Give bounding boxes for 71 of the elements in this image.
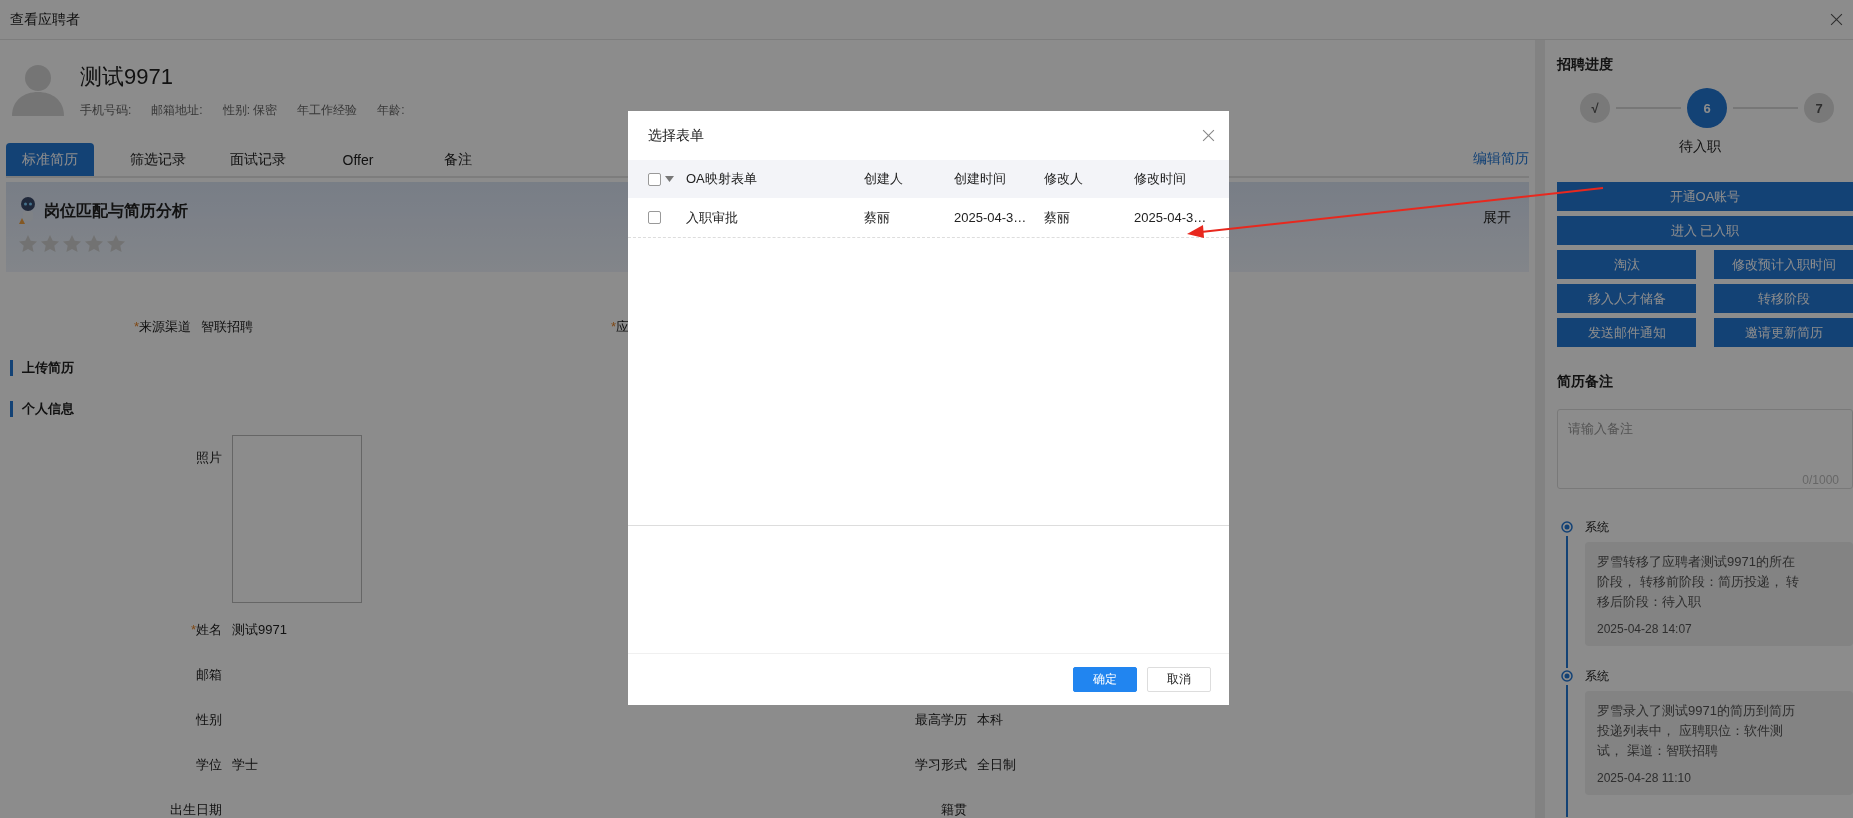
checkbox[interactable] [648, 211, 661, 224]
step-circle: 6 [1687, 88, 1727, 128]
column-header: OA映射表单 [686, 170, 758, 188]
action-button[interactable]: 开通OA账号 [1557, 182, 1853, 211]
candidate-name: 测试9971 [80, 63, 174, 91]
current-step-label: 待入职 [1679, 138, 1721, 154]
timeline-actor: 系统 [1585, 668, 1610, 685]
field-label: 照片 [195, 449, 223, 467]
tab[interactable]: 标准简历 [6, 143, 94, 176]
field-label: 性别 [195, 710, 223, 729]
field-label: 学习形式 [914, 755, 968, 774]
field-value: 学士 [232, 755, 259, 774]
timeline-dot-icon [1561, 521, 1573, 533]
field-value: 智联招聘 [201, 318, 254, 336]
table-cell-text: 2025-04-3… [1134, 210, 1208, 225]
timeline-time: 2025-04-28 14:07 [1597, 622, 1693, 636]
close-icon[interactable] [1202, 129, 1215, 142]
progress-title: 招聘进度 [1557, 56, 1614, 74]
step-circle: √ [1580, 93, 1610, 123]
checkbox[interactable] [648, 172, 661, 186]
robot-icon [18, 196, 38, 226]
confirm-button[interactable]: 确定 [1073, 667, 1137, 692]
candidate-info: 年龄: [377, 102, 405, 119]
field-label: 出生日期 [169, 800, 223, 818]
action-button[interactable]: 转移阶段 [1714, 284, 1853, 313]
notes-title: 简历备注 [1557, 373, 1614, 391]
cancel-button[interactable]: 取消 [1147, 667, 1211, 692]
table-cell-text: 蔡丽 [1044, 208, 1071, 227]
candidate-info: 邮箱地址: [151, 102, 203, 119]
action-button[interactable]: 发送邮件通知 [1557, 318, 1696, 347]
field-label: *应 [611, 318, 631, 336]
action-button[interactable]: 淘汰 [1557, 250, 1696, 279]
field-label: 最高学历 [914, 710, 968, 729]
candidate-info: 手机号码: [80, 102, 132, 119]
tab[interactable]: Offer [308, 143, 408, 176]
field-value: 本科 [977, 710, 1004, 729]
candidate-info: 年工作经验 [297, 102, 358, 119]
window-title: 查看应聘者 [10, 10, 80, 29]
timeline-text: 罗雪录入了测试9971的简历到简历投递列表中， 应聘职位：软件测试， 渠道：智联招聘 [1597, 702, 1796, 760]
action-button[interactable]: 移入人才储备 [1557, 284, 1696, 313]
table-cell-text: 入职审批 [686, 208, 739, 227]
action-button[interactable]: 邀请更新简历 [1714, 318, 1853, 347]
dialog-title: 选择表单 [648, 126, 704, 145]
action-button[interactable]: 修改预计入职时间 [1714, 250, 1853, 279]
timeline-actor: 系统 [1585, 519, 1610, 536]
tab[interactable]: 筛选记录 [108, 143, 208, 176]
timeline-dot-icon [1561, 670, 1573, 682]
expand-button[interactable]: 展开 [1477, 208, 1517, 228]
table-cell-text: 2025-04-3… [954, 210, 1028, 225]
table-cell-text: 蔡丽 [864, 208, 891, 227]
close-icon[interactable] [1830, 13, 1843, 26]
tab[interactable]: 备注 [408, 143, 508, 176]
field-label: 学位 [195, 755, 223, 774]
field-label: *姓名 [189, 620, 223, 639]
edit-resume-link[interactable]: 编辑简历 [1473, 150, 1529, 176]
action-button[interactable]: 进入 已入职 [1557, 216, 1853, 245]
tab[interactable]: 面试记录 [208, 143, 308, 176]
column-header: 创建时间 [954, 170, 1007, 188]
field-value: 测试9971 [232, 620, 288, 639]
analysis-title: 岗位匹配与简历分析 [44, 200, 188, 221]
field-label: *来源渠道 [132, 318, 192, 336]
step-circle: 7 [1804, 93, 1834, 123]
column-header: 修改人 [1044, 170, 1084, 188]
timeline-text: 罗雪转移了应聘者测试9971的所在阶段， 转移前阶段：简历投递， 转移后阶段：待入职 [1597, 553, 1801, 611]
timeline-time: 2025-04-28 11:10 [1597, 771, 1692, 785]
field-label: 邮箱 [195, 665, 223, 684]
column-header: 创建人 [864, 170, 904, 188]
field-value: 全日制 [977, 755, 1017, 774]
field-label: 籍贯 [940, 800, 968, 818]
candidate-info: 性别: 保密 [222, 102, 278, 119]
column-header: 修改时间 [1134, 170, 1187, 188]
